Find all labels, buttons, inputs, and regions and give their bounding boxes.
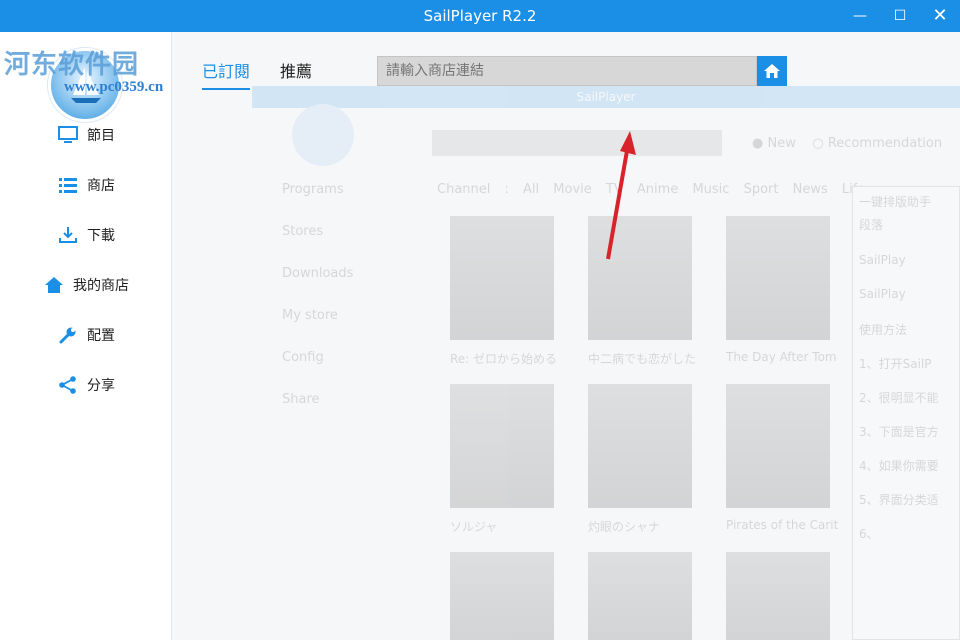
home-icon	[764, 64, 780, 78]
ghost-panel-line: 3、下面是官方	[859, 425, 939, 439]
ghost-nav-item: Downloads	[282, 266, 354, 281]
ghost-panel-style: 段落	[859, 218, 884, 232]
ghost-panel-line: 6、	[859, 527, 879, 541]
ghost-radio-recommendation: Recommendation	[827, 136, 943, 151]
title-bar[interactable]: SailPlayer R2.2 — ☐ ✕	[0, 0, 960, 32]
sidebar-item-label: 節目	[87, 128, 115, 144]
sidebar-item-label: 我的商店	[73, 278, 129, 294]
ghost-panel-line: 4、如果你需要	[859, 459, 939, 473]
store-link-search[interactable]	[377, 56, 757, 86]
ghost-nav-item: Config	[282, 350, 324, 365]
share-icon	[57, 375, 79, 395]
sidebar-item-label: 下載	[87, 228, 115, 244]
sidebar-item-my-store[interactable]: 我的商店	[0, 260, 172, 310]
close-button[interactable]: ✕	[920, 0, 960, 32]
home-icon	[43, 275, 65, 295]
ghost-panel-line: 5、界面分类适	[859, 493, 939, 507]
sidebar-item-downloads[interactable]: 下載	[0, 210, 172, 260]
ghost-panel-line: 1、打开SailP	[859, 357, 932, 371]
ghost-radio-new: New	[767, 136, 796, 151]
ghost-channel: Anime	[636, 182, 679, 197]
annotation-arrow-icon	[606, 131, 636, 260]
ghost-poster	[450, 552, 554, 640]
ghost-poster	[450, 216, 554, 340]
ghost-radio: ● New ○ Recommendation	[752, 136, 943, 151]
ghost-poster	[726, 552, 830, 640]
ghost-poster	[726, 216, 830, 340]
ghost-poster	[588, 384, 692, 508]
ghost-nav-item: My store	[282, 308, 338, 323]
ghost-panel-title: 一键排版助手	[859, 195, 932, 209]
ghost-channel: All	[523, 182, 540, 197]
ghost-poster	[588, 552, 692, 640]
ghost-logo	[292, 104, 354, 166]
sidebar-item-label: 分享	[87, 378, 115, 394]
main-area: 已訂閱 推薦 SailPlayer Programs Stores Downlo…	[172, 32, 960, 640]
ghost-channel: Music	[692, 182, 730, 197]
ghost-nav-item: Stores	[282, 224, 324, 239]
sidebar-item-label: 商店	[87, 178, 115, 194]
store-link-input[interactable]	[378, 57, 756, 85]
ghost-panel-line: 2、很明显不能	[859, 391, 939, 405]
ghost-poster	[450, 384, 554, 508]
ghost-nav-item: Programs	[282, 182, 344, 197]
ghost-poster-caption: ソルジャ	[450, 520, 498, 534]
wrench-icon	[57, 325, 79, 345]
sidebar: 河东软件园 www.pc0359.cn 節目 商店 下載 我的商店 配置 分享	[0, 32, 172, 640]
monitor-icon	[57, 125, 79, 145]
ghost-panel-line: 使用方法	[859, 323, 908, 337]
ghost-poster-caption: Pirates of the Carit	[726, 518, 839, 532]
app-window: SailPlayer R2.2 — ☐ ✕ 河东软件园 www.pc0359.c…	[0, 0, 960, 640]
ghost-channels: Channel : All Movie TV Anime Music Sport…	[437, 182, 865, 197]
watermark-text: 河东软件园	[4, 49, 140, 79]
tab-subscribed[interactable]: 已訂閱	[202, 58, 251, 90]
ghost-panel-line: SailPlay	[859, 287, 906, 301]
ghost-nav-item: Share	[282, 392, 320, 407]
ghost-title: SailPlayer	[252, 86, 960, 108]
ghost-channel-label: Channel :	[437, 182, 509, 197]
window-title: SailPlayer R2.2	[423, 7, 537, 25]
sidebar-item-config[interactable]: 配置	[0, 310, 172, 360]
ghost-panel-line: SailPlay	[859, 253, 906, 267]
ghost-poster-caption: 灼眼のシャナ	[588, 520, 661, 534]
ghost-nav: Programs Stores Downloads My store Confi…	[282, 182, 353, 434]
list-icon	[57, 175, 79, 195]
ghost-channel: News	[792, 182, 828, 197]
sidebar-item-share[interactable]: 分享	[0, 360, 172, 410]
watermark-url: www.pc0359.cn	[64, 79, 164, 95]
ghost-poster	[726, 384, 830, 508]
ghost-search	[432, 130, 722, 156]
ghost-channel: Sport	[743, 182, 779, 197]
tab-recommended[interactable]: 推薦	[280, 58, 312, 90]
ghost-poster-caption: 中二病でも恋がした	[588, 352, 697, 366]
sidebar-item-stores[interactable]: 商店	[0, 160, 172, 210]
maximize-button[interactable]: ☐	[880, 0, 920, 32]
ghost-poster-caption: The Day After Tom	[726, 350, 837, 364]
download-icon	[57, 225, 79, 245]
sidebar-item-programs[interactable]: 節目	[0, 110, 172, 160]
tab-bar: 已訂閱 推薦	[202, 58, 342, 90]
ghost-channel: Movie	[553, 182, 592, 197]
minimize-button[interactable]: —	[840, 0, 880, 32]
home-button[interactable]	[757, 56, 787, 86]
ghost-channel: Life	[841, 182, 866, 197]
ghost-side-panel: 一键排版助手 段落 SailPlay SailPlay 使用方法 1、打开Sai…	[852, 186, 960, 640]
ghost-poster-caption: Re: ゼロから始める	[450, 352, 558, 366]
sidebar-item-label: 配置	[87, 328, 115, 344]
sidebar-nav: 節目 商店 下載 我的商店 配置 分享	[0, 110, 172, 410]
